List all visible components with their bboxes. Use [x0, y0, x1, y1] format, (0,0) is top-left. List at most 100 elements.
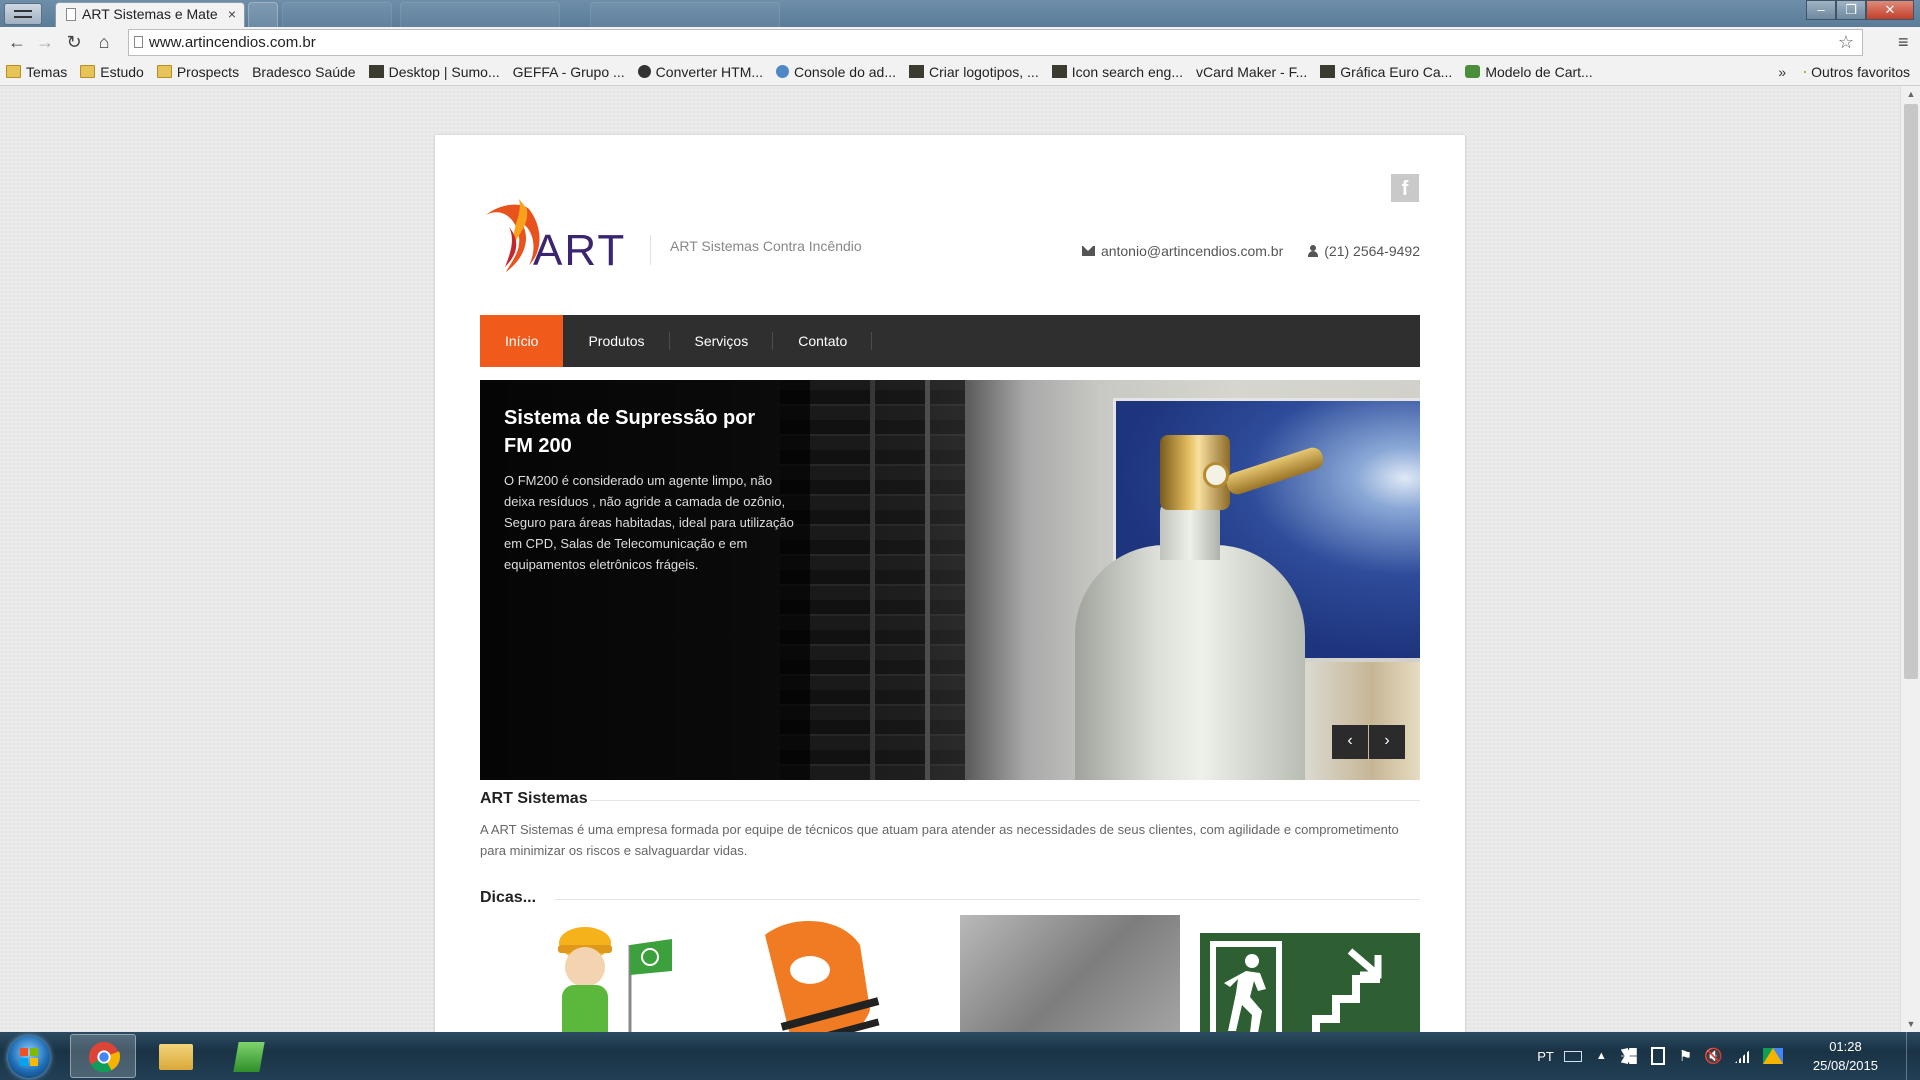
- chrome-user-menu-button[interactable]: [4, 3, 42, 25]
- forward-icon[interactable]: →: [34, 31, 56, 53]
- show-desktop-button[interactable]: [1906, 1032, 1920, 1080]
- maximize-button[interactable]: ❐: [1836, 0, 1866, 20]
- windows-flag-icon[interactable]: [1620, 1048, 1637, 1064]
- nav-produtos[interactable]: Produtos: [563, 315, 670, 367]
- page-icon: [66, 8, 76, 21]
- scroll-down-icon[interactable]: ▼: [1901, 1016, 1920, 1032]
- tip-exit-sign-image[interactable]: [1200, 933, 1420, 1032]
- bookmark-item[interactable]: Icon search eng...: [1051, 64, 1183, 80]
- tab-background[interactable]: [400, 2, 560, 27]
- bookmark-item[interactable]: Estudo: [80, 64, 144, 80]
- folder-icon: [159, 1044, 193, 1070]
- bookmark-label: Converter HTM...: [655, 63, 764, 80]
- bookmark-item[interactable]: Gráfica Euro Ca...: [1320, 64, 1452, 80]
- bookmark-label: Prospects: [176, 63, 240, 80]
- keyboard-icon[interactable]: [1563, 1050, 1582, 1062]
- contact-email[interactable]: antonio@artincendios.com.br: [1101, 243, 1283, 259]
- nav-contato[interactable]: Contato: [773, 315, 873, 367]
- facebook-icon[interactable]: f: [1391, 174, 1419, 202]
- bookmark-label: Desktop | Sumo...: [388, 63, 500, 80]
- minimize-button[interactable]: –: [1806, 0, 1836, 20]
- bookmark-item[interactable]: Desktop | Sumo...: [368, 63, 500, 80]
- address-bar[interactable]: www.artincendios.com.br ☆: [128, 29, 1863, 56]
- art-logo[interactable]: ART: [481, 197, 631, 275]
- section-divider: [590, 800, 1420, 801]
- nav-servicos[interactable]: Serviços: [670, 315, 774, 367]
- hamburger-menu-icon[interactable]: ≡: [1898, 32, 1914, 52]
- clock-date: 25/08/2015: [1812, 1058, 1878, 1073]
- other-bookmarks-label: Outros favoritos: [1811, 63, 1910, 80]
- google-drive-icon[interactable]: [1762, 1048, 1783, 1064]
- bookmark-label: Temas: [26, 63, 68, 80]
- folder-icon: [80, 65, 96, 78]
- slide-caption-panel: Sistema de Supressão por FM 200 O FM200 …: [480, 380, 810, 780]
- contact-info: antonio@artincendios.com.br (21) 2564-94…: [1081, 243, 1420, 259]
- tab-background[interactable]: [590, 2, 780, 27]
- tip-firefighter-image[interactable]: [480, 915, 700, 1032]
- bookmark-item[interactable]: vCard Maker - F...: [435, 64, 1307, 120]
- bookmark-item[interactable]: Bradesco Saúde: [252, 63, 446, 120]
- bookmark-item[interactable]: Modelo de Cart...: [1465, 64, 1593, 80]
- clock-time: 01:28: [1829, 1039, 1862, 1054]
- bookmark-label: Bradesco Saúde: [252, 63, 356, 80]
- language-indicator[interactable]: PT: [1537, 1049, 1554, 1064]
- room-photo: [1300, 662, 1420, 780]
- chrome-icon: [88, 1041, 121, 1073]
- bookmark-item[interactable]: Console do ad...: [776, 64, 896, 80]
- tab-background[interactable]: [282, 2, 392, 27]
- taskbar: PT ▲ ⚑ 🔇 01:28 25/08/2015: [0, 1032, 1920, 1080]
- envelope-icon: [1081, 246, 1095, 256]
- tip-smoke-detector-image[interactable]: [960, 915, 1180, 1032]
- site-tagline: ART Sistemas Contra Incêndio: [670, 238, 862, 254]
- folder-icon: [1804, 70, 1807, 73]
- icon-search-icon: [1051, 65, 1067, 78]
- back-icon[interactable]: ←: [6, 31, 28, 53]
- close-window-button[interactable]: ✕: [1866, 0, 1914, 20]
- star-icon[interactable]: ☆: [1838, 30, 1854, 55]
- new-tab-button[interactable]: [248, 2, 278, 27]
- taskbar-notes-button[interactable]: [214, 1034, 280, 1078]
- reload-icon[interactable]: ↻: [63, 31, 85, 53]
- logo-icon: [909, 65, 924, 78]
- tab-active[interactable]: ART Sistemas e Mate ×: [55, 2, 245, 27]
- bookmarks-overflow-button[interactable]: »: [1778, 64, 1786, 80]
- tip-life-vest-image[interactable]: [720, 915, 940, 1032]
- clock[interactable]: 01:28 25/08/2015: [1813, 1037, 1878, 1075]
- bookmark-label: Gráfica Euro Ca...: [1340, 63, 1453, 80]
- other-bookmarks-folder[interactable]: Outros favoritos: [1804, 64, 1910, 80]
- start-button[interactable]: [8, 1036, 50, 1078]
- bookmark-item[interactable]: GEFFA - Grupo ...: [435, 64, 625, 120]
- bookmark-item[interactable]: Criar logotipos, ...: [909, 64, 1039, 80]
- page-scrollbar[interactable]: ▲ ▼: [1900, 86, 1920, 1032]
- contact-phone: (21) 2564-9492: [1324, 243, 1420, 259]
- volume-muted-icon[interactable]: 🔇: [1704, 1047, 1723, 1065]
- logo-divider: [650, 235, 651, 265]
- bookmark-item[interactable]: Prospects: [156, 63, 240, 80]
- browser-titlebar: ART Sistemas e Mate × – ❐ ✕: [0, 0, 1920, 27]
- taskbar-explorer-button[interactable]: [142, 1034, 208, 1078]
- section-divider: [555, 899, 1420, 900]
- home-icon[interactable]: ⌂: [93, 31, 115, 53]
- bookmark-item[interactable]: Temas: [6, 64, 67, 80]
- main-navigation: Início Produtos Serviços Contato: [480, 315, 1420, 367]
- slide-text: O FM200 é considerado um agente limpo, n…: [504, 473, 794, 572]
- menu-icon: [14, 10, 32, 18]
- slider-prev-button[interactable]: ‹: [1332, 725, 1368, 759]
- taskbar-chrome-button[interactable]: [70, 1034, 136, 1078]
- scrollbar-thumb[interactable]: [1904, 104, 1918, 679]
- action-center-flag-icon[interactable]: ⚑: [1679, 1047, 1692, 1065]
- bookmark-item[interactable]: Converter HTM...: [637, 63, 764, 80]
- show-hidden-icons-icon[interactable]: ▲: [1596, 1050, 1607, 1062]
- tips-gallery: [480, 915, 1420, 1032]
- server-rack-image: [930, 380, 965, 780]
- tab-close-button[interactable]: ×: [228, 3, 236, 26]
- device-icon[interactable]: [1650, 1047, 1665, 1065]
- scroll-up-icon[interactable]: ▲: [1901, 86, 1920, 102]
- slider-next-button[interactable]: ›: [1369, 725, 1405, 759]
- page-icon: [134, 36, 143, 48]
- nav-inicio[interactable]: Início: [480, 315, 564, 367]
- network-signal-icon[interactable]: [1734, 1049, 1751, 1063]
- about-text: A ART Sistemas é uma empresa formada por…: [480, 822, 1399, 858]
- grafica-icon: [1320, 65, 1336, 78]
- page-viewport: f ART ART Sistemas Contra Incêndio anton…: [0, 86, 1920, 1032]
